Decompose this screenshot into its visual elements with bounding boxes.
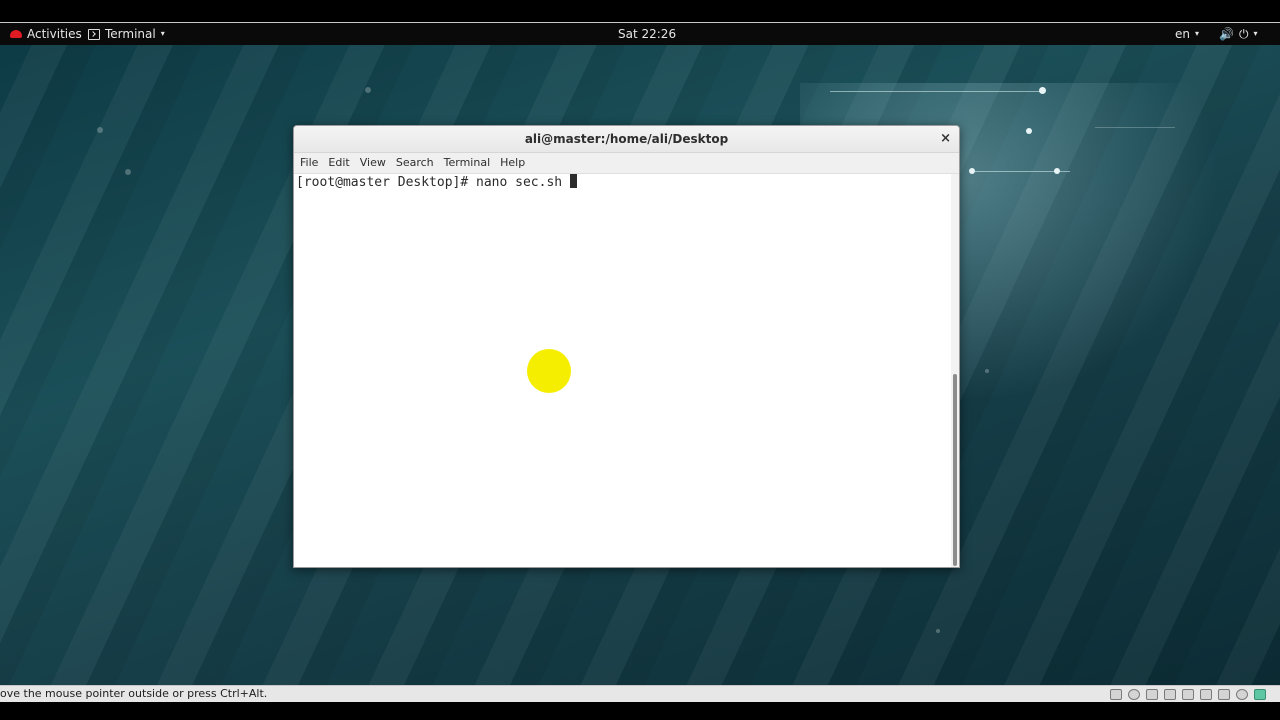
wallpaper-line — [1095, 127, 1175, 128]
terminal-menu-bar: File Edit View Search Terminal Help — [294, 153, 959, 174]
scrollbar-thumb[interactable] — [953, 374, 957, 566]
activities-button[interactable]: Activities — [10, 23, 82, 45]
network-icon[interactable] — [1164, 688, 1176, 700]
wallpaper-dot — [365, 87, 371, 93]
audio-icon[interactable] — [1146, 688, 1158, 700]
hard-disk-icon[interactable] — [1110, 688, 1122, 700]
system-menu-button[interactable]: 🔊 ⏻ ▾ — [1219, 23, 1257, 45]
menu-file[interactable]: File — [294, 153, 323, 173]
terminal-line: [root@master Desktop]# nano sec.sh — [296, 174, 950, 192]
wallpaper-dot — [1054, 168, 1060, 174]
usb-icon[interactable] — [1182, 688, 1194, 700]
app-menu-label: Terminal — [105, 27, 156, 41]
screen-recording-frame: Activities Terminal ▾ Sat 22:26 en ▾ 🔊 ⏻… — [0, 0, 1280, 720]
menu-search[interactable]: Search — [391, 153, 439, 173]
wallpaper-line — [830, 91, 1042, 92]
text-cursor — [569, 174, 577, 188]
menu-view[interactable]: View — [355, 153, 391, 173]
prompt-command: [root@master Desktop]# nano sec.sh — [296, 175, 570, 190]
gnome-top-bar: Activities Terminal ▾ Sat 22:26 en ▾ 🔊 ⏻… — [0, 23, 1280, 45]
wallpaper-dot — [1026, 128, 1032, 134]
mouse-pointer-highlight — [527, 349, 571, 393]
menu-terminal[interactable]: Terminal — [439, 153, 496, 173]
wallpaper-dot — [125, 169, 131, 175]
close-icon[interactable]: × — [940, 126, 951, 152]
chevron-down-icon: ▾ — [1195, 29, 1200, 38]
display-icon[interactable] — [1218, 688, 1230, 700]
status-message: ove the mouse pointer outside or press C… — [0, 687, 268, 700]
wallpaper-dot — [936, 629, 940, 633]
activities-label: Activities — [27, 27, 82, 41]
virtualbox-status-bar: ove the mouse pointer outside or press C… — [0, 685, 1280, 702]
terminal-scrollbar[interactable] — [951, 174, 959, 567]
wallpaper-dot — [969, 168, 975, 174]
redhat-logo-icon — [10, 30, 22, 38]
frame-bottom-border — [0, 702, 1280, 720]
terminal-window[interactable]: ali@master:/home/ali/Desktop × File Edit V… — [293, 125, 960, 568]
language-label: en — [1175, 27, 1190, 41]
chevron-down-icon: ▾ — [160, 29, 165, 38]
chevron-down-icon: ▾ — [1253, 29, 1258, 38]
menu-help[interactable]: Help — [495, 153, 530, 173]
clock-button[interactable]: Sat 22:26 — [618, 23, 676, 45]
wallpaper-dot — [985, 369, 989, 373]
window-title: ali@master:/home/ali/Desktop — [524, 132, 729, 146]
recording-icon[interactable] — [1236, 688, 1248, 700]
power-icon: ⏻ — [1238, 27, 1249, 41]
wallpaper-dot — [97, 127, 103, 133]
volume-icon: 🔊 — [1219, 27, 1234, 41]
menu-edit[interactable]: Edit — [323, 153, 354, 173]
terminal-icon — [88, 28, 100, 40]
clock-label: Sat 22:26 — [618, 27, 677, 41]
wallpaper-dot — [1039, 87, 1046, 94]
vm-display[interactable]: Activities Terminal ▾ Sat 22:26 en ▾ 🔊 ⏻… — [0, 22, 1280, 686]
language-selector[interactable]: en ▾ — [1175, 23, 1199, 45]
terminal-title-bar[interactable]: ali@master:/home/ali/Desktop × — [294, 126, 959, 153]
optical-drive-icon[interactable] — [1128, 688, 1140, 700]
status-icons — [1110, 687, 1266, 701]
shared-folders-icon[interactable] — [1200, 688, 1212, 700]
host-key-icon[interactable] — [1254, 688, 1266, 700]
app-menu-button[interactable]: Terminal ▾ — [88, 23, 165, 45]
terminal-output[interactable]: [root@master Desktop]# nano sec.sh — [294, 174, 950, 567]
